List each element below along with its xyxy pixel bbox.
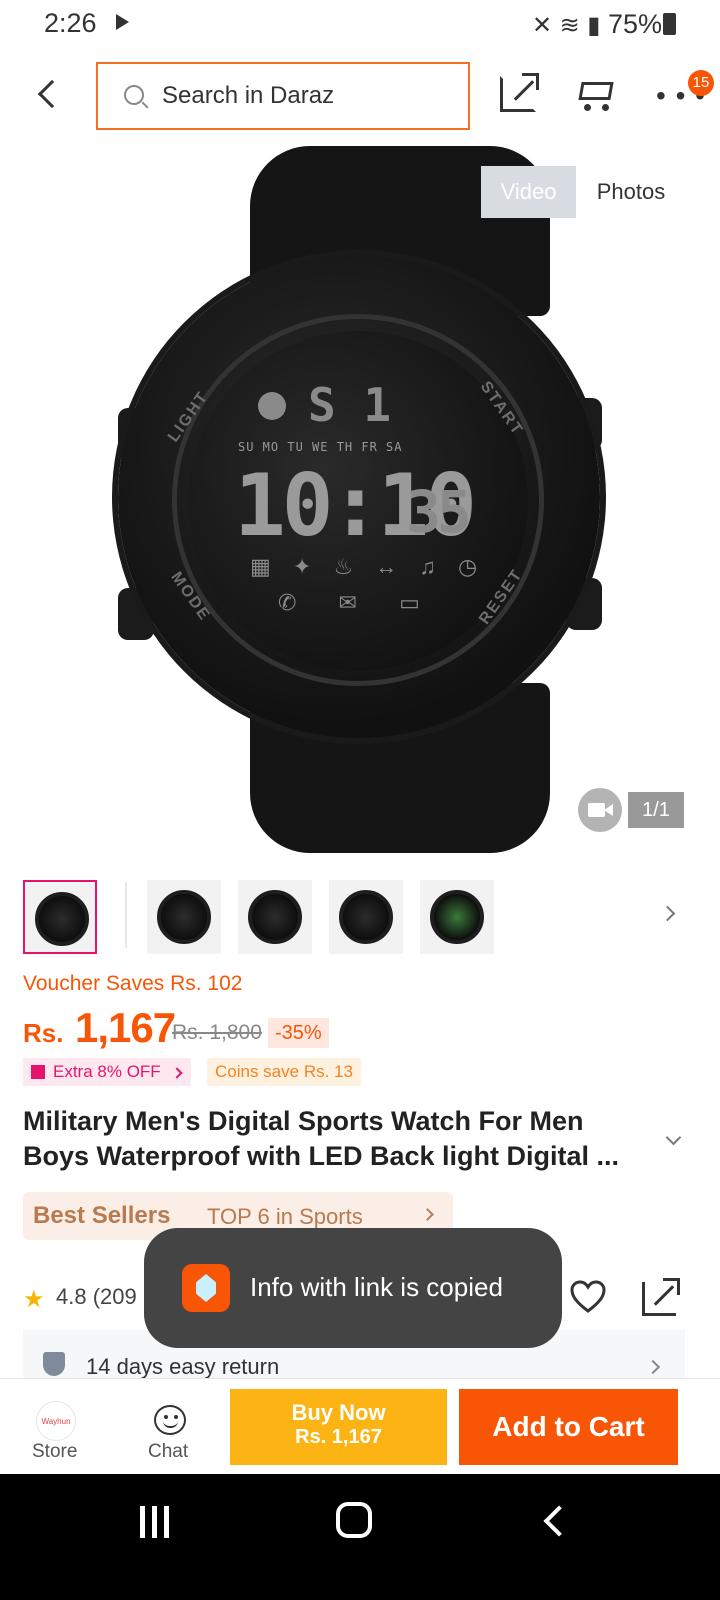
original-price: Rs. 1,800	[172, 1021, 262, 1044]
chevron-right-icon	[421, 1208, 434, 1221]
bottom-action-bar: Wayhun Store Chat Buy Now Rs. 1,167 Add …	[0, 1378, 720, 1474]
watch-function-icons: ▦ ✦ ♨ ↔ ♫ ◷	[250, 554, 486, 579]
search-icon	[124, 85, 144, 105]
extra-off-label: Extra 8% OFF	[53, 1062, 161, 1081]
share-icon[interactable]	[500, 73, 539, 112]
coins-chip[interactable]: Coins save Rs. 13	[207, 1058, 361, 1086]
back-nav-icon[interactable]	[543, 1505, 575, 1537]
camera-lens	[604, 804, 613, 816]
chat-eye	[164, 1415, 168, 1419]
star-icon: ★	[23, 1286, 45, 1313]
search-placeholder: Search in Daraz	[162, 82, 335, 109]
buy-now-button[interactable]: Buy Now Rs. 1,167	[230, 1389, 447, 1465]
toast: Info with link is copied	[144, 1228, 562, 1348]
status-bar: 2:26 ✕ ≋ ▮ 75%	[0, 0, 720, 50]
cart-icon[interactable]	[574, 78, 614, 111]
watch-segment: S 1	[308, 378, 392, 432]
notification-badge: 15	[688, 70, 714, 96]
discount-badge: -35%	[268, 1018, 329, 1048]
thumbnail[interactable]	[23, 880, 97, 954]
camera-body	[588, 803, 605, 817]
extra-off-chip[interactable]: Extra 8% OFF	[23, 1058, 192, 1086]
thumbnail[interactable]	[238, 880, 312, 954]
thumbnail-image	[339, 890, 393, 944]
thumbnail-image	[248, 890, 302, 944]
toast-message: Info with link is copied	[250, 1272, 503, 1302]
shield-icon	[43, 1352, 65, 1376]
product-title: Military Men's Digital Sports Watch For …	[23, 1106, 620, 1171]
product-image[interactable]: LIGHT START MODE RESET S 1 SU MO TU WE T…	[0, 138, 720, 868]
ticket-icon	[31, 1065, 45, 1079]
thumbnail[interactable]	[147, 880, 221, 954]
heart-icon[interactable]	[570, 1280, 606, 1314]
mute-icon: ✕	[531, 12, 553, 39]
buy-now-price: Rs. 1,167	[295, 1426, 382, 1448]
battery-icon	[663, 13, 676, 35]
tab-photos[interactable]: Photos	[576, 166, 686, 218]
store-logo[interactable]: Wayhun	[36, 1401, 76, 1441]
buy-now-label: Buy Now	[291, 1400, 386, 1425]
chevron-right-icon[interactable]	[659, 905, 676, 922]
return-policy-text: 14 days easy return	[86, 1354, 280, 1379]
recent-apps-icon[interactable]	[140, 1506, 174, 1538]
best-sellers-rank: TOP 6 in Sports	[207, 1204, 363, 1229]
video-camera-icon[interactable]	[578, 788, 622, 832]
search-input[interactable]: Search in Daraz	[96, 62, 470, 130]
home-icon[interactable]	[336, 1502, 372, 1538]
thumbnail-strip	[0, 880, 720, 956]
thumbnail-image	[35, 892, 89, 946]
voucher-text[interactable]: Voucher Saves Rs. 102	[23, 972, 242, 996]
thumbnail-image	[157, 890, 211, 944]
chat-smile	[163, 1421, 178, 1428]
daraz-logo-mark	[196, 1274, 216, 1302]
cart-wheel	[584, 104, 591, 111]
thumbnail-image	[430, 890, 484, 944]
chat-eye	[174, 1415, 178, 1419]
status-time: 2:26	[44, 8, 97, 38]
rating-value[interactable]: 4.8 (209	[56, 1284, 137, 1310]
cart-wheel	[602, 104, 609, 111]
thumbnail[interactable]	[420, 880, 494, 954]
wifi-icon: ≋	[559, 12, 580, 39]
price-currency: Rs.	[23, 1018, 64, 1048]
thumbnail[interactable]	[329, 880, 403, 954]
price-value: 1,167	[75, 1004, 176, 1051]
share-icon[interactable]	[642, 1278, 680, 1316]
watch-notification-icons: ✆ ✉ ▭	[278, 590, 438, 615]
store-label[interactable]: Store	[32, 1441, 77, 1463]
watch-seconds: 35	[406, 478, 472, 546]
add-to-cart-button[interactable]: Add to Cart	[459, 1389, 678, 1465]
back-icon[interactable]	[37, 79, 67, 109]
daraz-app-icon	[182, 1264, 230, 1312]
image-counter: 1/1	[628, 792, 684, 828]
tab-video[interactable]: Video	[481, 166, 576, 218]
best-sellers-label: Best Sellers	[33, 1202, 171, 1229]
chevron-down-icon[interactable]	[665, 1129, 682, 1146]
top-header: Search in Daraz • • • 15	[0, 56, 720, 136]
play-icon	[116, 14, 129, 30]
signal-icon: ▮	[587, 12, 601, 39]
chevron-right-icon	[645, 1359, 661, 1375]
battery-percent: 75%	[607, 9, 662, 39]
status-battery-text: ✕ ≋ ▮ 75%	[532, 9, 662, 40]
system-nav-bar	[0, 1474, 720, 1600]
watch-days: SU MO TU WE TH FR SA	[238, 440, 403, 454]
chevron-right-icon	[171, 1067, 184, 1079]
thumbnail-divider	[125, 882, 127, 948]
cart-basket	[578, 82, 614, 100]
chat-label[interactable]: Chat	[148, 1441, 188, 1463]
bluetooth-icon	[258, 392, 286, 420]
chat-icon[interactable]	[154, 1405, 186, 1435]
